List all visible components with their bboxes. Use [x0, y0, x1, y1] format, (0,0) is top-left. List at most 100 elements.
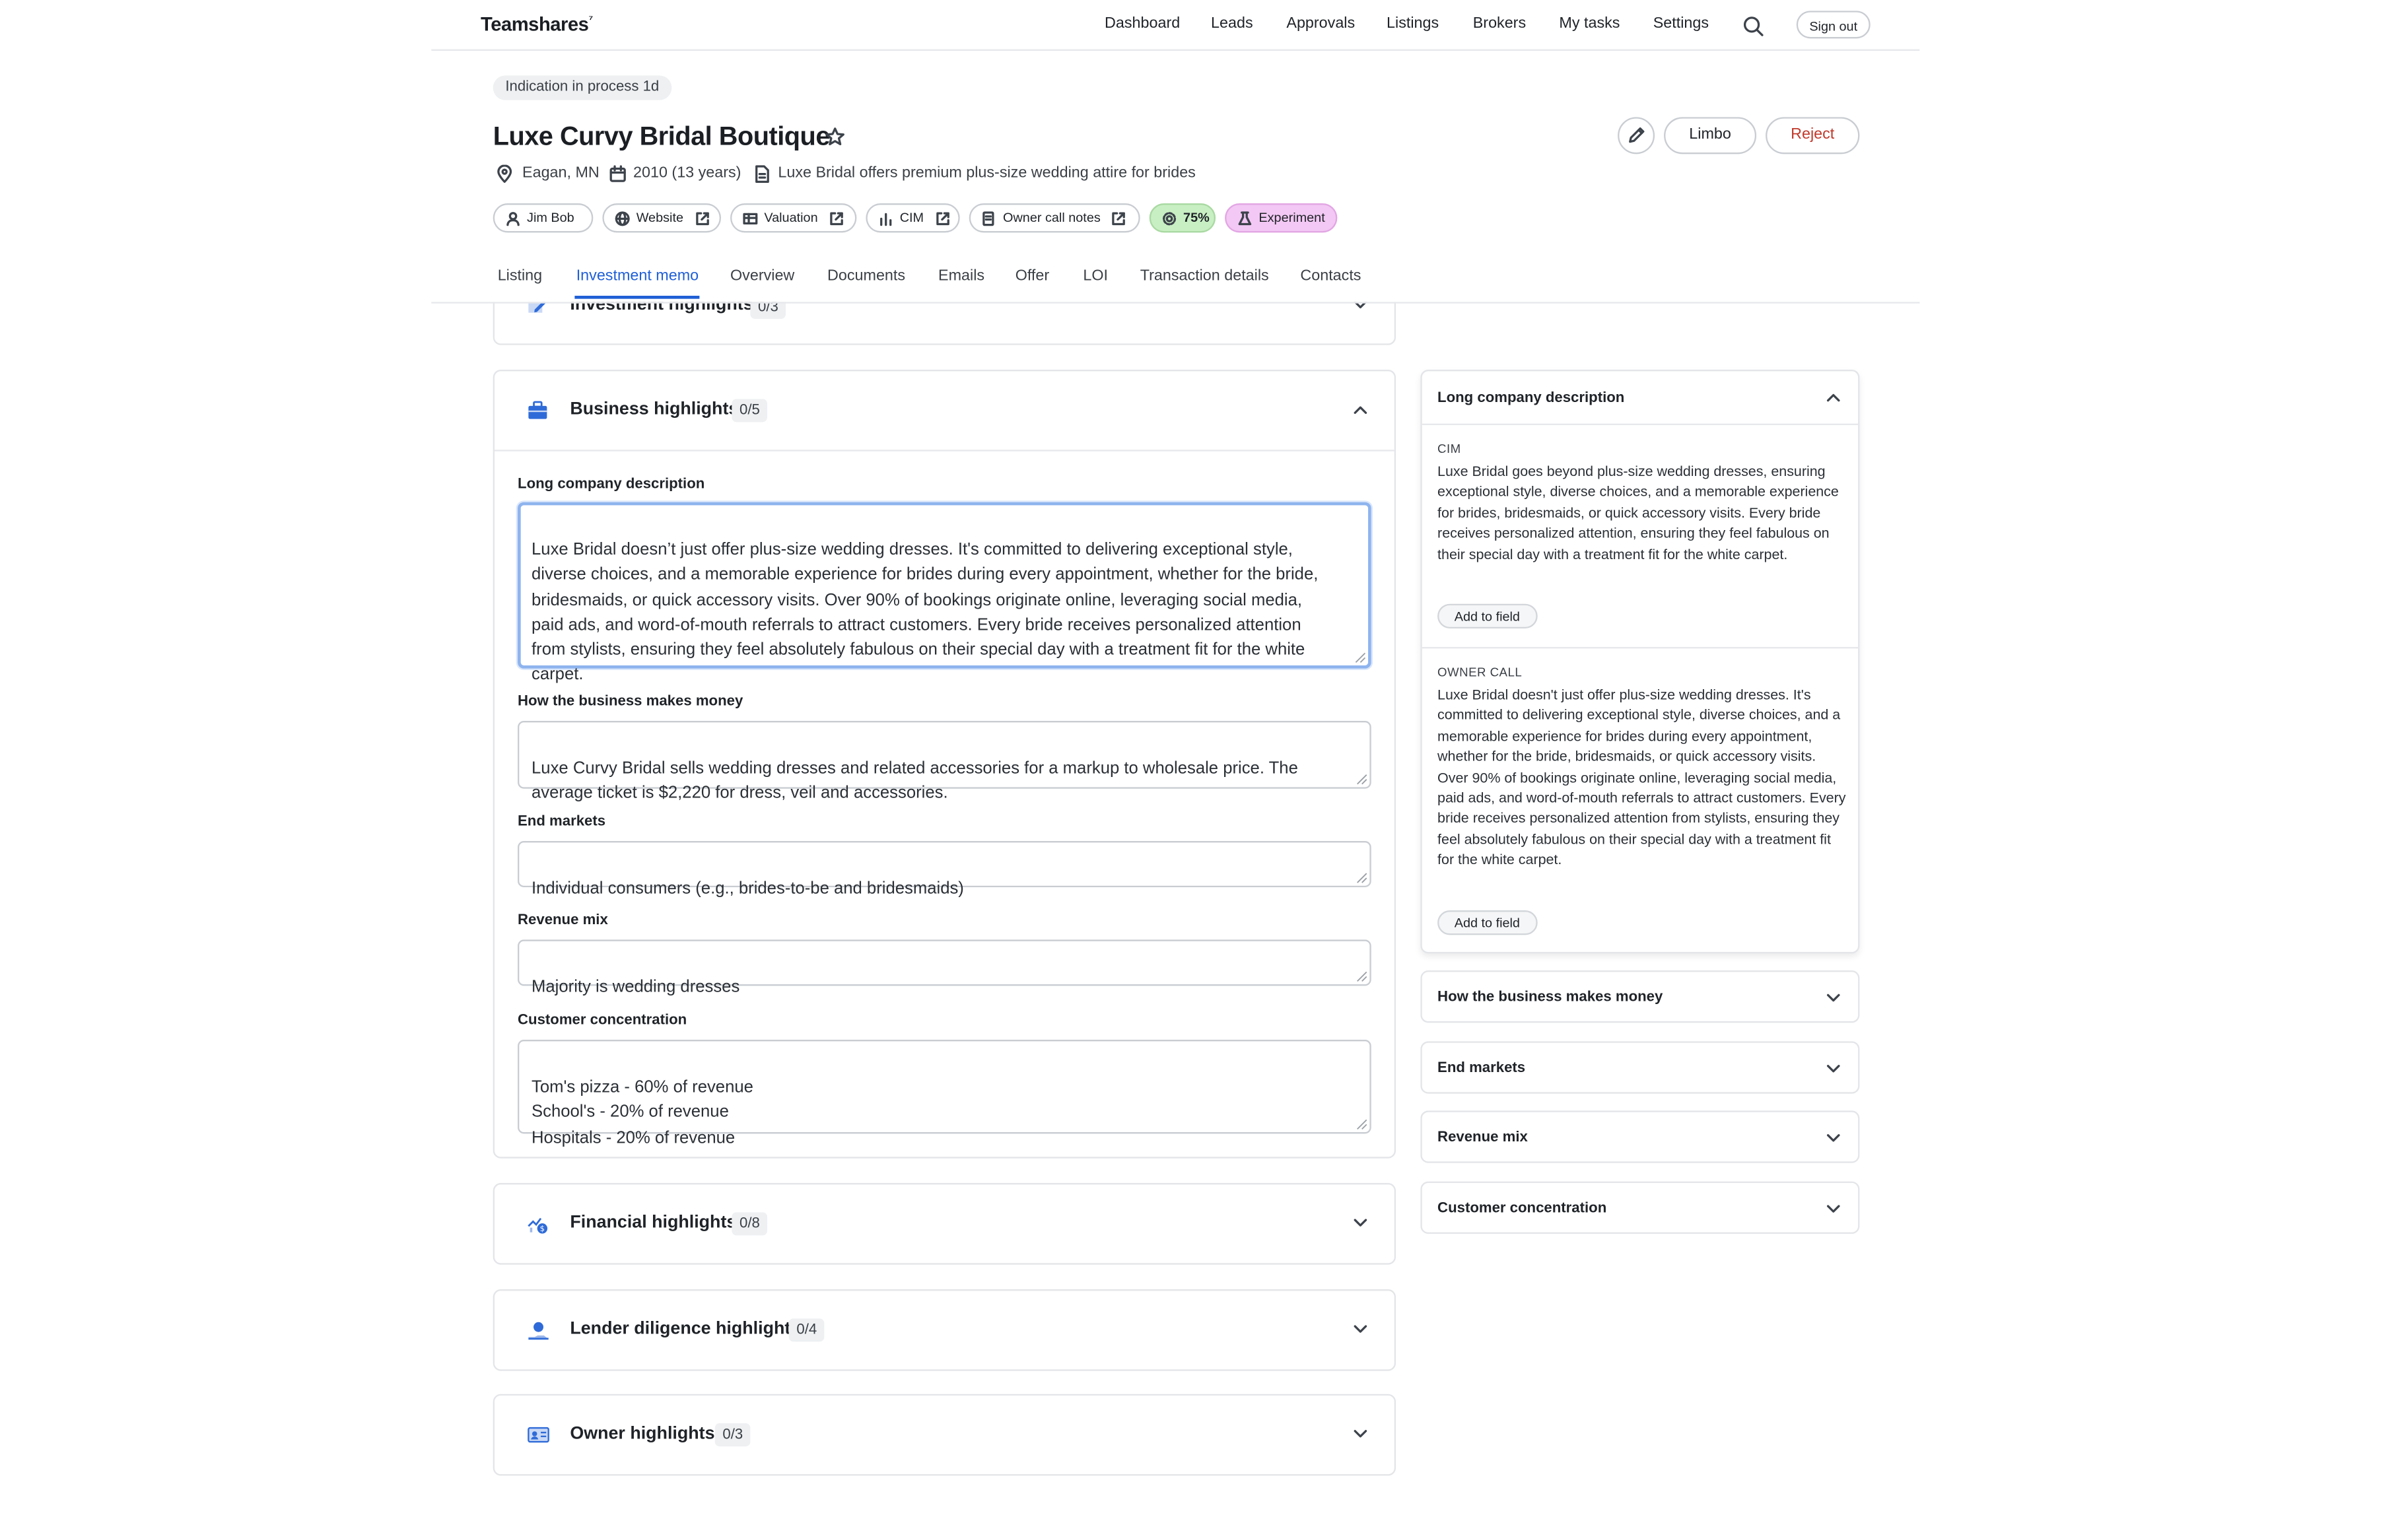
calendar-icon — [609, 165, 627, 184]
long-description-textarea[interactable]: Luxe Bridal doesn’t just offer plus-size… — [518, 502, 1371, 685]
source-panel-end-markets[interactable]: End markets — [1420, 1041, 1860, 1094]
svg-text:$: $ — [540, 1224, 545, 1233]
source-panel-long-description: Long company description CIM Luxe Bridal… — [1420, 370, 1860, 954]
source-panel-customer-concentration[interactable]: Customer concentration — [1420, 1181, 1860, 1234]
chevron-down-icon[interactable] — [1353, 1323, 1368, 1335]
nav-leads[interactable]: Leads — [1211, 15, 1253, 32]
source-panel-makes-money-title: How the business makes money — [1437, 989, 1663, 1006]
resize-handle-icon[interactable] — [1356, 872, 1368, 885]
nav-listings[interactable]: Listings — [1387, 15, 1439, 32]
table-icon — [743, 212, 758, 224]
search-icon[interactable] — [1742, 15, 1764, 37]
limbo-button[interactable]: Limbo — [1664, 117, 1757, 154]
tab-documents[interactable]: Documents — [827, 268, 905, 285]
chevron-down-icon[interactable] — [1353, 1428, 1368, 1440]
location-pin-icon — [496, 164, 513, 184]
makes-money-textarea[interactable]: Luxe Curvy Bridal sells wedding dresses … — [518, 721, 1371, 803]
financial-highlights-card[interactable]: $ Financial highlights 0/8 — [493, 1183, 1396, 1265]
cim-chip-label: CIM — [899, 209, 924, 225]
content-viewport: Investment highlights 0/3 Business highl… — [0, 302, 2408, 1517]
revenue-mix-label: Revenue mix — [518, 912, 608, 929]
sign-out-button[interactable]: Sign out — [1796, 11, 1871, 39]
nav-approvals[interactable]: Approvals — [1286, 15, 1355, 32]
tab-transaction-details[interactable]: Transaction details — [1140, 268, 1269, 285]
customer-concentration-value: Tom's pizza - 60% of revenue School's - … — [532, 1078, 753, 1147]
score-chip[interactable]: 75% — [1149, 203, 1216, 233]
nav-dashboard[interactable]: Dashboard — [1105, 15, 1180, 32]
external-link-icon — [829, 211, 843, 224]
nav-brokers[interactable]: Brokers — [1473, 15, 1526, 32]
chevron-up-icon[interactable] — [1353, 403, 1368, 416]
owner-chip[interactable]: Jim Bob — [493, 203, 594, 233]
add-to-field-button-owner-call[interactable]: Add to field — [1437, 910, 1537, 935]
external-link-icon — [695, 211, 708, 224]
website-chip[interactable]: Website — [602, 203, 722, 233]
resize-handle-icon[interactable] — [1356, 1118, 1368, 1131]
source-panel-customer-concentration-title: Customer concentration — [1437, 1199, 1607, 1217]
tabs-divider — [431, 302, 1920, 304]
lender-hand-icon — [527, 1320, 550, 1342]
location-text: Eagan, MN — [522, 164, 600, 182]
owner-call-notes-chip[interactable]: Owner call notes — [969, 203, 1140, 233]
source-text-owner-call: Luxe Bridal doesn't just offer plus-size… — [1437, 687, 1846, 868]
cim-chip[interactable]: CIM — [866, 203, 960, 233]
end-markets-value: Individual consumers (e.g., brides-to-be… — [532, 879, 964, 898]
summary-text: Luxe Bridal offers premium plus-size wed… — [778, 164, 1196, 182]
page-title: Luxe Curvy Bridal Boutique — [493, 121, 831, 151]
source-panel-revenue-mix[interactable]: Revenue mix — [1420, 1110, 1860, 1163]
edit-button[interactable] — [1618, 117, 1655, 154]
panel-divider — [1422, 647, 1859, 649]
owner-highlights-title: Owner highlights — [570, 1425, 715, 1444]
gear-icon — [1163, 211, 1177, 225]
lender-diligence-card[interactable]: Lender diligence highlights 0/4 — [493, 1289, 1396, 1371]
chevron-down-icon[interactable] — [1826, 1132, 1841, 1145]
investment-highlights-card[interactable]: Investment highlights 0/3 — [493, 302, 1396, 345]
reject-button[interactable]: Reject — [1766, 117, 1860, 154]
source-panel-revenue-mix-title: Revenue mix — [1437, 1129, 1528, 1147]
owner-highlights-card[interactable]: Owner highlights 0/3 — [493, 1394, 1396, 1476]
investment-highlights-count: 0/3 — [750, 302, 786, 320]
experiment-chip-label: Experiment — [1258, 209, 1325, 225]
experiment-chip[interactable]: Experiment — [1225, 203, 1338, 233]
chevron-down-icon[interactable] — [1826, 992, 1841, 1005]
chevron-up-icon[interactable] — [1826, 391, 1841, 404]
document-icon — [753, 165, 771, 184]
teamshares-logo[interactable]: Teamshares⁷ — [481, 14, 593, 36]
source-panel-end-markets-title: End markets — [1437, 1060, 1526, 1077]
valuation-chip[interactable]: Valuation — [730, 203, 857, 233]
business-highlights-title: Business highlights — [570, 400, 739, 419]
source-name-cim: CIM — [1437, 442, 1461, 456]
active-tab-indicator — [574, 296, 700, 299]
user-icon — [506, 211, 520, 226]
resize-handle-icon[interactable] — [1356, 773, 1368, 786]
chevron-down-icon[interactable] — [1353, 1217, 1368, 1229]
tab-overview[interactable]: Overview — [730, 268, 794, 285]
tab-emails[interactable]: Emails — [938, 268, 984, 285]
panel-divider — [1422, 423, 1859, 426]
nav-settings[interactable]: Settings — [1653, 15, 1709, 32]
end-markets-textarea[interactable]: Individual consumers (e.g., brides-to-be… — [518, 841, 1371, 898]
customer-concentration-textarea[interactable]: Tom's pizza - 60% of revenue School's - … — [518, 1040, 1371, 1147]
external-link-icon — [936, 211, 949, 224]
owner-highlights-count: 0/3 — [714, 1423, 751, 1447]
chevron-down-icon[interactable] — [1826, 1203, 1841, 1215]
customer-concentration-label: Customer concentration — [518, 1012, 687, 1029]
add-to-field-button-cim[interactable]: Add to field — [1437, 603, 1537, 629]
nav-my-tasks[interactable]: My tasks — [1559, 15, 1620, 32]
tab-investment-memo[interactable]: Investment memo — [576, 268, 699, 285]
resize-handle-icon[interactable] — [1356, 970, 1368, 983]
source-panel-makes-money[interactable]: How the business makes money — [1420, 970, 1860, 1023]
business-highlights-count: 0/5 — [732, 399, 768, 422]
resize-handle-icon[interactable] — [1354, 652, 1367, 664]
star-icon[interactable] — [824, 126, 846, 148]
revenue-mix-textarea[interactable]: Majority is wedding dresses — [518, 939, 1371, 997]
financial-chart-icon: $ — [527, 1214, 550, 1236]
tab-listing[interactable]: Listing — [498, 268, 542, 285]
tab-contacts[interactable]: Contacts — [1300, 268, 1361, 285]
tab-offer[interactable]: Offer — [1015, 268, 1049, 285]
website-chip-label: Website — [636, 209, 684, 225]
external-link-icon — [1112, 211, 1126, 224]
nav-divider — [431, 49, 1920, 51]
tab-loi[interactable]: LOI — [1083, 268, 1108, 285]
chevron-down-icon[interactable] — [1826, 1063, 1841, 1075]
